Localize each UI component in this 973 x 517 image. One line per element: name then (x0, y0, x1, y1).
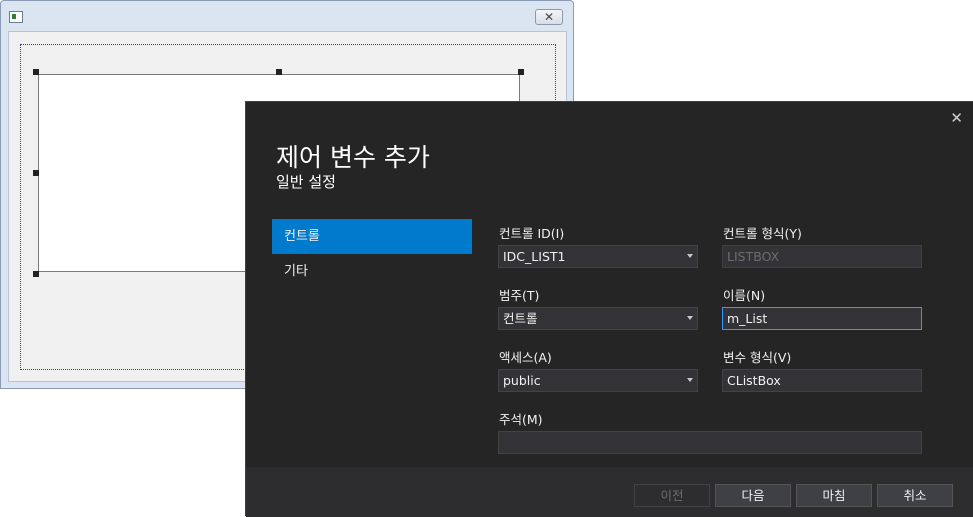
control-id-label: 컨트롤 ID(I) (499, 226, 565, 241)
chevron-down-icon (687, 378, 693, 382)
resize-handle-bl[interactable] (33, 271, 39, 277)
nav-item-control[interactable]: 컨트롤 (272, 219, 472, 254)
access-value: public (503, 373, 541, 388)
dialog-title: 제어 변수 추가 (276, 143, 430, 172)
var-type-input[interactable]: CListBox (722, 369, 922, 392)
name-label: 이름(N) (723, 288, 766, 303)
app-icon (9, 11, 23, 23)
var-type-label: 변수 형식(V) (723, 350, 792, 365)
control-id-combo[interactable]: IDC_LIST1 (498, 245, 698, 268)
comment-input[interactable] (498, 431, 922, 454)
access-label: 액세스(A) (499, 350, 552, 365)
category-value: 컨트롤 (503, 311, 538, 326)
control-type-value: LISTBOX (727, 249, 780, 264)
access-combo[interactable]: public (498, 369, 698, 392)
editor-close-button[interactable]: ✕ (535, 9, 563, 25)
prev-button[interactable]: 이전 (634, 484, 710, 507)
name-value: m_List (727, 311, 768, 326)
resize-handle-ml[interactable] (33, 170, 39, 176)
resize-handle-tl[interactable] (33, 69, 39, 75)
dialog-close-icon[interactable]: ✕ (950, 109, 963, 127)
dialog-subtitle: 일반 설정 (276, 173, 336, 191)
control-id-value: IDC_LIST1 (503, 249, 566, 264)
chevron-down-icon (687, 316, 693, 320)
chevron-down-icon (687, 254, 693, 258)
add-control-variable-dialog: ✕ 제어 변수 추가 일반 설정 컨트롤 기타 컨트롤 ID(I) IDC_LI… (245, 101, 973, 517)
var-type-value: CListBox (727, 373, 781, 388)
resize-handle-tm[interactable] (276, 69, 282, 75)
resize-handle-tr[interactable] (518, 69, 524, 75)
comment-label: 주석(M) (499, 412, 543, 427)
finish-button[interactable]: 마침 (796, 484, 872, 507)
name-input[interactable]: m_List (722, 307, 922, 330)
nav-item-other[interactable]: 기타 (272, 254, 472, 289)
cancel-button[interactable]: 취소 (877, 484, 953, 507)
control-type-field: LISTBOX (722, 245, 922, 268)
next-button[interactable]: 다음 (715, 484, 791, 507)
category-label: 범주(T) (499, 288, 540, 303)
editor-titlebar: ✕ (1, 1, 573, 31)
control-type-label: 컨트롤 형식(Y) (723, 226, 802, 241)
category-combo[interactable]: 컨트롤 (498, 307, 698, 330)
